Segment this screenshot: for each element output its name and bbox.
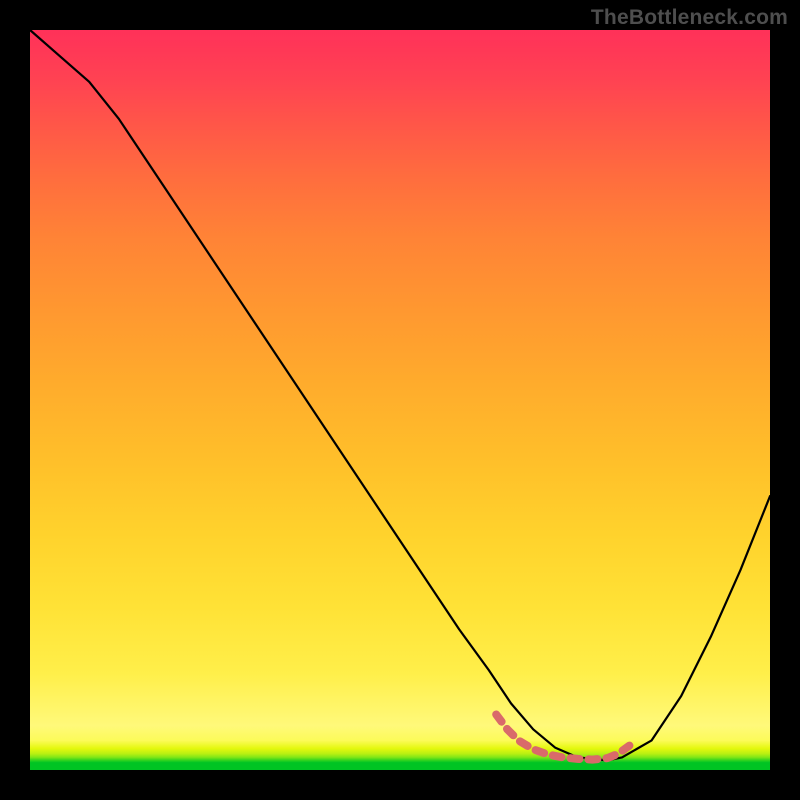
- chart-container: TheBottleneck.com: [0, 0, 800, 800]
- bottleneck-curve: [30, 30, 770, 760]
- valley-highlight: [496, 715, 629, 760]
- watermark-text: TheBottleneck.com: [591, 6, 788, 30]
- curve-svg: [30, 30, 770, 770]
- plot-area: [30, 30, 770, 770]
